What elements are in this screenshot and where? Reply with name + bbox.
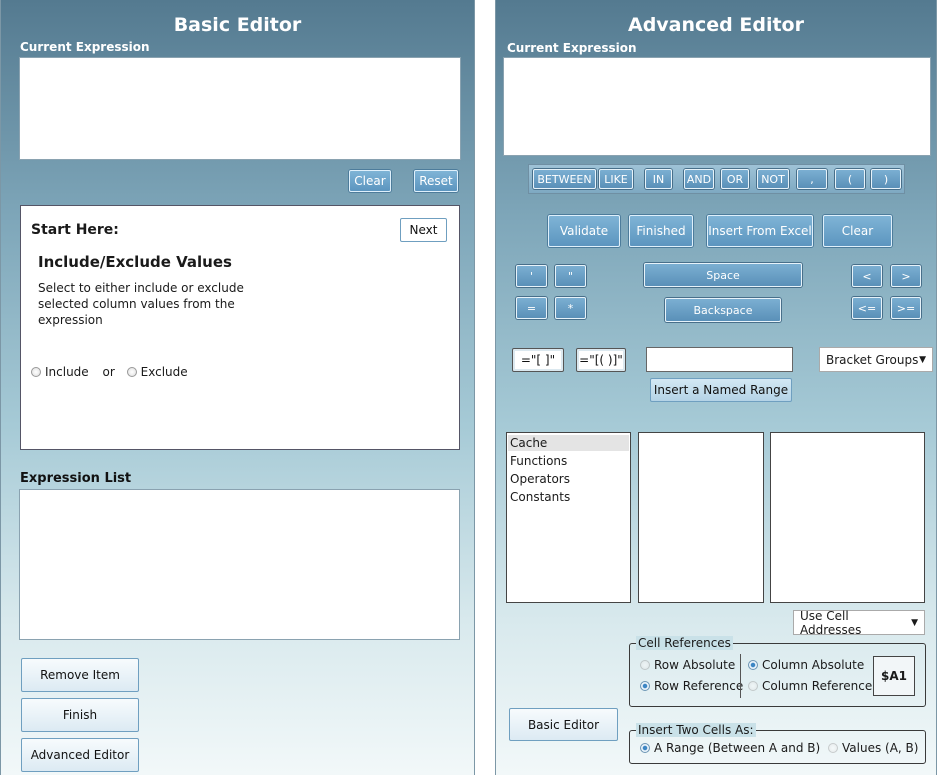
insert-two-cells-legend: Insert Two Cells As:	[636, 723, 756, 737]
basic-editor-button[interactable]: Basic Editor	[509, 708, 618, 741]
step-description-line: Select to either include or exclude	[38, 281, 244, 295]
validate-button[interactable]: Validate	[548, 215, 620, 247]
bracket-groups-dropdown[interactable]: Bracket Groups ▼	[819, 347, 933, 372]
include-exclude-options: Include or Exclude	[31, 365, 188, 379]
advanced-editor-title: Advanced Editor	[627, 14, 804, 36]
row-reference-radio[interactable]	[640, 681, 650, 691]
like-button[interactable]: LIKE	[599, 169, 633, 189]
dropdown-arrow-icon: ▼	[911, 617, 918, 628]
not-button[interactable]: NOT	[757, 169, 789, 189]
advanced-editor-button[interactable]: Advanced Editor	[21, 738, 139, 772]
step-description-line: selected column values from the	[38, 297, 235, 311]
bracket-button-1[interactable]: ="[ ]"	[512, 348, 564, 372]
item-list[interactable]	[638, 432, 764, 603]
cell-example-box: $A1	[873, 656, 915, 696]
a-range-radio[interactable]	[640, 743, 650, 753]
step-description-line: expression	[38, 313, 103, 327]
category-item-functions[interactable]: Functions	[510, 454, 567, 468]
a-range-label: A Range (Between A and B)	[654, 741, 821, 755]
current-expression-box[interactable]	[19, 57, 461, 160]
step-description: Select to either include or exclude sele…	[38, 280, 244, 328]
current-expression-box[interactable]	[503, 57, 931, 156]
clear-button[interactable]: Clear	[349, 170, 391, 192]
bracket-button-2[interactable]: ="[( )]"	[576, 348, 626, 372]
exclude-radio[interactable]	[126, 367, 137, 377]
current-expression-label: Current Expression	[20, 40, 150, 54]
step-title: Include/Exclude Values	[38, 253, 232, 271]
use-cell-addresses-label: Use Cell Addresses	[800, 608, 862, 637]
column-reference-option[interactable]: Column Reference	[748, 679, 872, 693]
close-paren-button[interactable]: )	[871, 169, 901, 189]
category-list[interactable]: Cache Functions Operators Constants	[506, 432, 631, 603]
comma-button[interactable]: ,	[797, 169, 827, 189]
include-radio[interactable]	[31, 367, 41, 377]
start-here-card: Start Here: Next Include/Exclude Values …	[20, 205, 460, 450]
remove-item-button[interactable]: Remove Item	[21, 658, 139, 692]
category-item-operators[interactable]: Operators	[510, 472, 570, 486]
values-label: Values (A, B)	[842, 741, 919, 755]
current-expression-label: Current Expression	[507, 41, 637, 55]
row-reference-option[interactable]: Row Reference	[640, 679, 743, 693]
insert-two-cells-group: Insert Two Cells As: A Range (Between A …	[629, 723, 926, 764]
insert-named-range-button[interactable]: Insert a Named Range	[650, 378, 792, 402]
open-paren-button[interactable]: (	[835, 169, 865, 189]
values-option[interactable]: Values (A, B)	[828, 741, 918, 755]
or-label: or	[102, 365, 115, 379]
exclude-label: Exclude	[140, 365, 188, 379]
column-absolute-label: Column Absolute	[762, 658, 865, 672]
row-reference-label: Row Reference	[654, 679, 744, 693]
in-button[interactable]: IN	[645, 169, 672, 189]
double-quote-button[interactable]: "	[555, 265, 586, 287]
reset-button[interactable]: Reset	[414, 170, 458, 192]
detail-list[interactable]	[770, 432, 925, 603]
use-cell-addresses-dropdown[interactable]: Use Cell Addresses ▼	[793, 608, 925, 637]
space-button[interactable]: Space	[644, 263, 802, 287]
next-button[interactable]: Next	[400, 218, 447, 242]
expression-list-box[interactable]	[19, 489, 460, 640]
bracket-groups-label: Bracket Groups	[826, 352, 919, 367]
basic-editor-panel: Basic Editor Current Expression Clear Re…	[0, 0, 475, 775]
column-absolute-option[interactable]: Column Absolute	[748, 658, 864, 672]
greater-equal-button[interactable]: >=	[891, 297, 921, 319]
column-reference-label: Column Reference	[762, 679, 873, 693]
equals-button[interactable]: =	[516, 297, 547, 319]
or-button[interactable]: OR	[721, 169, 749, 189]
include-label: Include	[45, 365, 89, 379]
operator-toolbar: BETWEEN LIKE IN AND OR NOT , ( )	[528, 164, 905, 194]
clear-expression-button[interactable]: Clear	[823, 215, 892, 247]
cell-references-group: Cell References Row Absolute Row Referen…	[629, 636, 926, 707]
insert-from-excel-button[interactable]: Insert From Excel	[707, 215, 813, 247]
values-radio[interactable]	[828, 743, 838, 753]
finished-button[interactable]: Finished	[629, 215, 693, 247]
less-equal-button[interactable]: <=	[852, 297, 882, 319]
greater-than-button[interactable]: >	[891, 265, 921, 287]
category-item-cache[interactable]: Cache	[510, 436, 547, 450]
column-reference-radio[interactable]	[748, 681, 758, 691]
finish-button[interactable]: Finish	[21, 698, 139, 732]
asterisk-button[interactable]: *	[555, 297, 586, 319]
row-absolute-option[interactable]: Row Absolute	[640, 658, 735, 672]
start-here-heading: Start Here:	[31, 222, 119, 238]
expression-list-label: Expression List	[20, 471, 132, 486]
dropdown-arrow-icon: ▼	[919, 354, 926, 365]
backspace-button[interactable]: Backspace	[665, 298, 781, 322]
single-quote-button[interactable]: '	[516, 265, 547, 287]
cell-references-legend: Cell References	[636, 636, 733, 650]
between-button[interactable]: BETWEEN	[533, 169, 596, 189]
row-absolute-radio[interactable]	[640, 660, 650, 670]
basic-editor-title: Basic Editor	[173, 14, 302, 36]
named-range-input[interactable]	[646, 347, 793, 372]
column-absolute-radio[interactable]	[748, 660, 758, 670]
divider	[740, 654, 741, 698]
and-button[interactable]: AND	[684, 169, 714, 189]
category-item-constants[interactable]: Constants	[510, 490, 570, 504]
less-than-button[interactable]: <	[852, 265, 882, 287]
advanced-editor-panel: Advanced Editor Current Expression BETWE…	[495, 0, 937, 775]
a-range-option[interactable]: A Range (Between A and B)	[640, 741, 820, 755]
row-absolute-label: Row Absolute	[654, 658, 736, 672]
